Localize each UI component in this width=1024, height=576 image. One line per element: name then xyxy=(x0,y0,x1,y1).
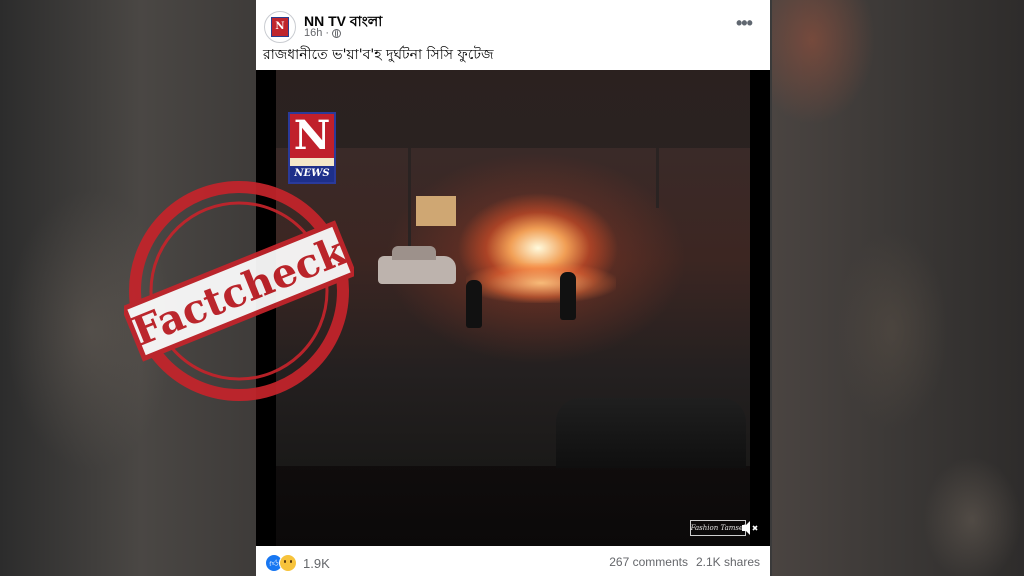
blurred-backdrop-right xyxy=(772,0,1024,576)
street-pole xyxy=(656,148,659,208)
avatar-logo: N xyxy=(271,17,289,37)
globe-icon xyxy=(332,28,342,38)
post-stats: 👍︎ 1.9K 267 comments 2.1K shares xyxy=(256,546,770,576)
logo-letter: N xyxy=(293,112,331,159)
motorbike-rider xyxy=(560,272,576,320)
logo-strip xyxy=(290,158,334,166)
reaction-count: 1.9K xyxy=(303,555,330,571)
factcheck-stamp: Factcheck xyxy=(124,181,354,401)
comments-count[interactable]: 267 comments xyxy=(609,555,688,569)
post-time[interactable]: 16h xyxy=(304,27,322,39)
video-watermark: Fashion Tamsel xyxy=(690,520,746,536)
post-meta: 16h · xyxy=(304,27,342,39)
shares-count[interactable]: 2.1K shares xyxy=(696,555,760,569)
post-header: N NN TV বাংলা 16h · ••• রাজধানীতে ভ'য়া'… xyxy=(256,0,770,70)
fire-glow xyxy=(466,263,616,303)
engagement-counts: 267 comments 2.1K shares xyxy=(609,555,760,569)
post-caption: রাজধানীতে ভ'য়া'ব'হ দুর্ঘটনা সিসি ফুটেজ xyxy=(263,47,494,63)
meta-separator: · xyxy=(325,27,330,39)
page-avatar[interactable]: N xyxy=(264,11,296,43)
foreground-car xyxy=(556,398,746,468)
street-pole xyxy=(408,148,411,248)
channel-logo: N NEWS xyxy=(288,112,336,184)
motorbike-rider xyxy=(466,280,482,328)
reactions-summary[interactable]: 👍︎ 1.9K xyxy=(265,554,330,572)
white-car xyxy=(378,246,456,284)
roadside-sign xyxy=(416,196,456,226)
speaker-muted-icon[interactable] xyxy=(740,520,760,536)
ellipsis-icon[interactable]: ••• xyxy=(736,14,753,32)
sad-icon xyxy=(279,554,297,572)
